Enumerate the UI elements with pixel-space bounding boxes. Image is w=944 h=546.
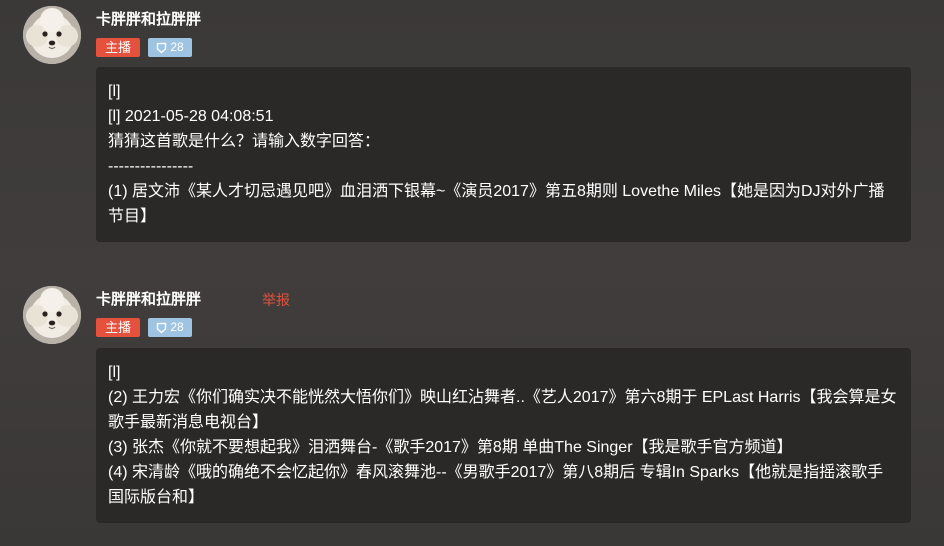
avatar[interactable] — [23, 286, 81, 344]
avatar[interactable] — [23, 6, 81, 64]
message-line: [l] 2021-05-28 04:08:51 — [108, 108, 274, 125]
message-line: (2) 王力宏《你们确实决不能恍然大悟你们》映山红沾舞者..《艺人2017》第六… — [108, 389, 897, 431]
message-line: (4) 宋清龄《哦的确绝不会忆起你》春风滚舞池--《男歌手2017》第八8期后 … — [108, 464, 884, 506]
message-line: (3) 张杰《你就不要想起我》泪洒舞台-《歌手2017》第8期 单曲The Si… — [108, 439, 793, 456]
message-line: (1) 居文沛《某人才切忌遇见吧》血泪洒下银幕~《演员2017》第五8期则 Lo… — [108, 183, 885, 225]
message-line: [l] — [108, 83, 121, 100]
message-line: [l] — [108, 364, 121, 381]
message-bubble: [l] [l] 2021-05-28 04:08:51 猜猜这首歌是什么？请输入… — [96, 67, 911, 242]
shield-icon — [157, 42, 167, 53]
level-badge: 28 — [148, 318, 192, 337]
level-number: 28 — [170, 40, 184, 54]
username[interactable]: 卡胖胖和拉胖胖 — [96, 291, 201, 309]
message-bubble: [l] (2) 王力宏《你们确实决不能恍然大悟你们》映山红沾舞者..《艺人201… — [96, 348, 911, 523]
dog-avatar-image — [23, 286, 81, 344]
report-link[interactable]: 举报 — [262, 291, 290, 309]
username[interactable]: 卡胖胖和拉胖胖 — [96, 11, 201, 29]
dog-avatar-image — [23, 6, 81, 64]
host-badge: 主播 — [96, 38, 140, 57]
message-line: 猜猜这首歌是什么？请输入数字回答： — [108, 133, 381, 150]
level-number: 28 — [170, 320, 184, 334]
host-badge: 主播 — [96, 318, 140, 337]
level-badge: 28 — [148, 38, 192, 57]
shield-icon — [157, 322, 167, 333]
message-line: ---------------- — [108, 158, 194, 175]
